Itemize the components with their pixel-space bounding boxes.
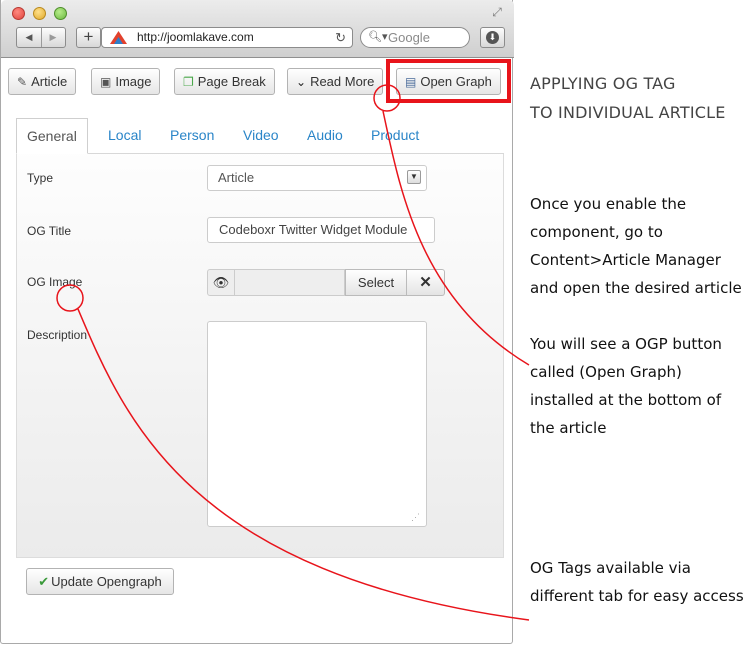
annotation-heading: APPLYING OG TAG TO INDIVIDUAL ARTICLE (530, 69, 726, 127)
tabs-callout-circle (56, 284, 84, 312)
annotation-heading-line1: APPLYING OG TAG (530, 74, 676, 93)
open-graph-callout-line (382, 110, 530, 366)
annotation-note-enable: Once you enable the component, go to Con… (530, 195, 742, 297)
annotation-note-tabs: OG Tags available via different tab for … (530, 559, 744, 605)
tabs-callout-line (77, 308, 530, 621)
open-graph-callout-circle (373, 84, 401, 112)
annotation-note-ogp-button: You will see a OGP button called (Open G… (530, 335, 722, 437)
annotation-heading-line2: TO INDIVIDUAL ARTICLE (530, 103, 726, 122)
